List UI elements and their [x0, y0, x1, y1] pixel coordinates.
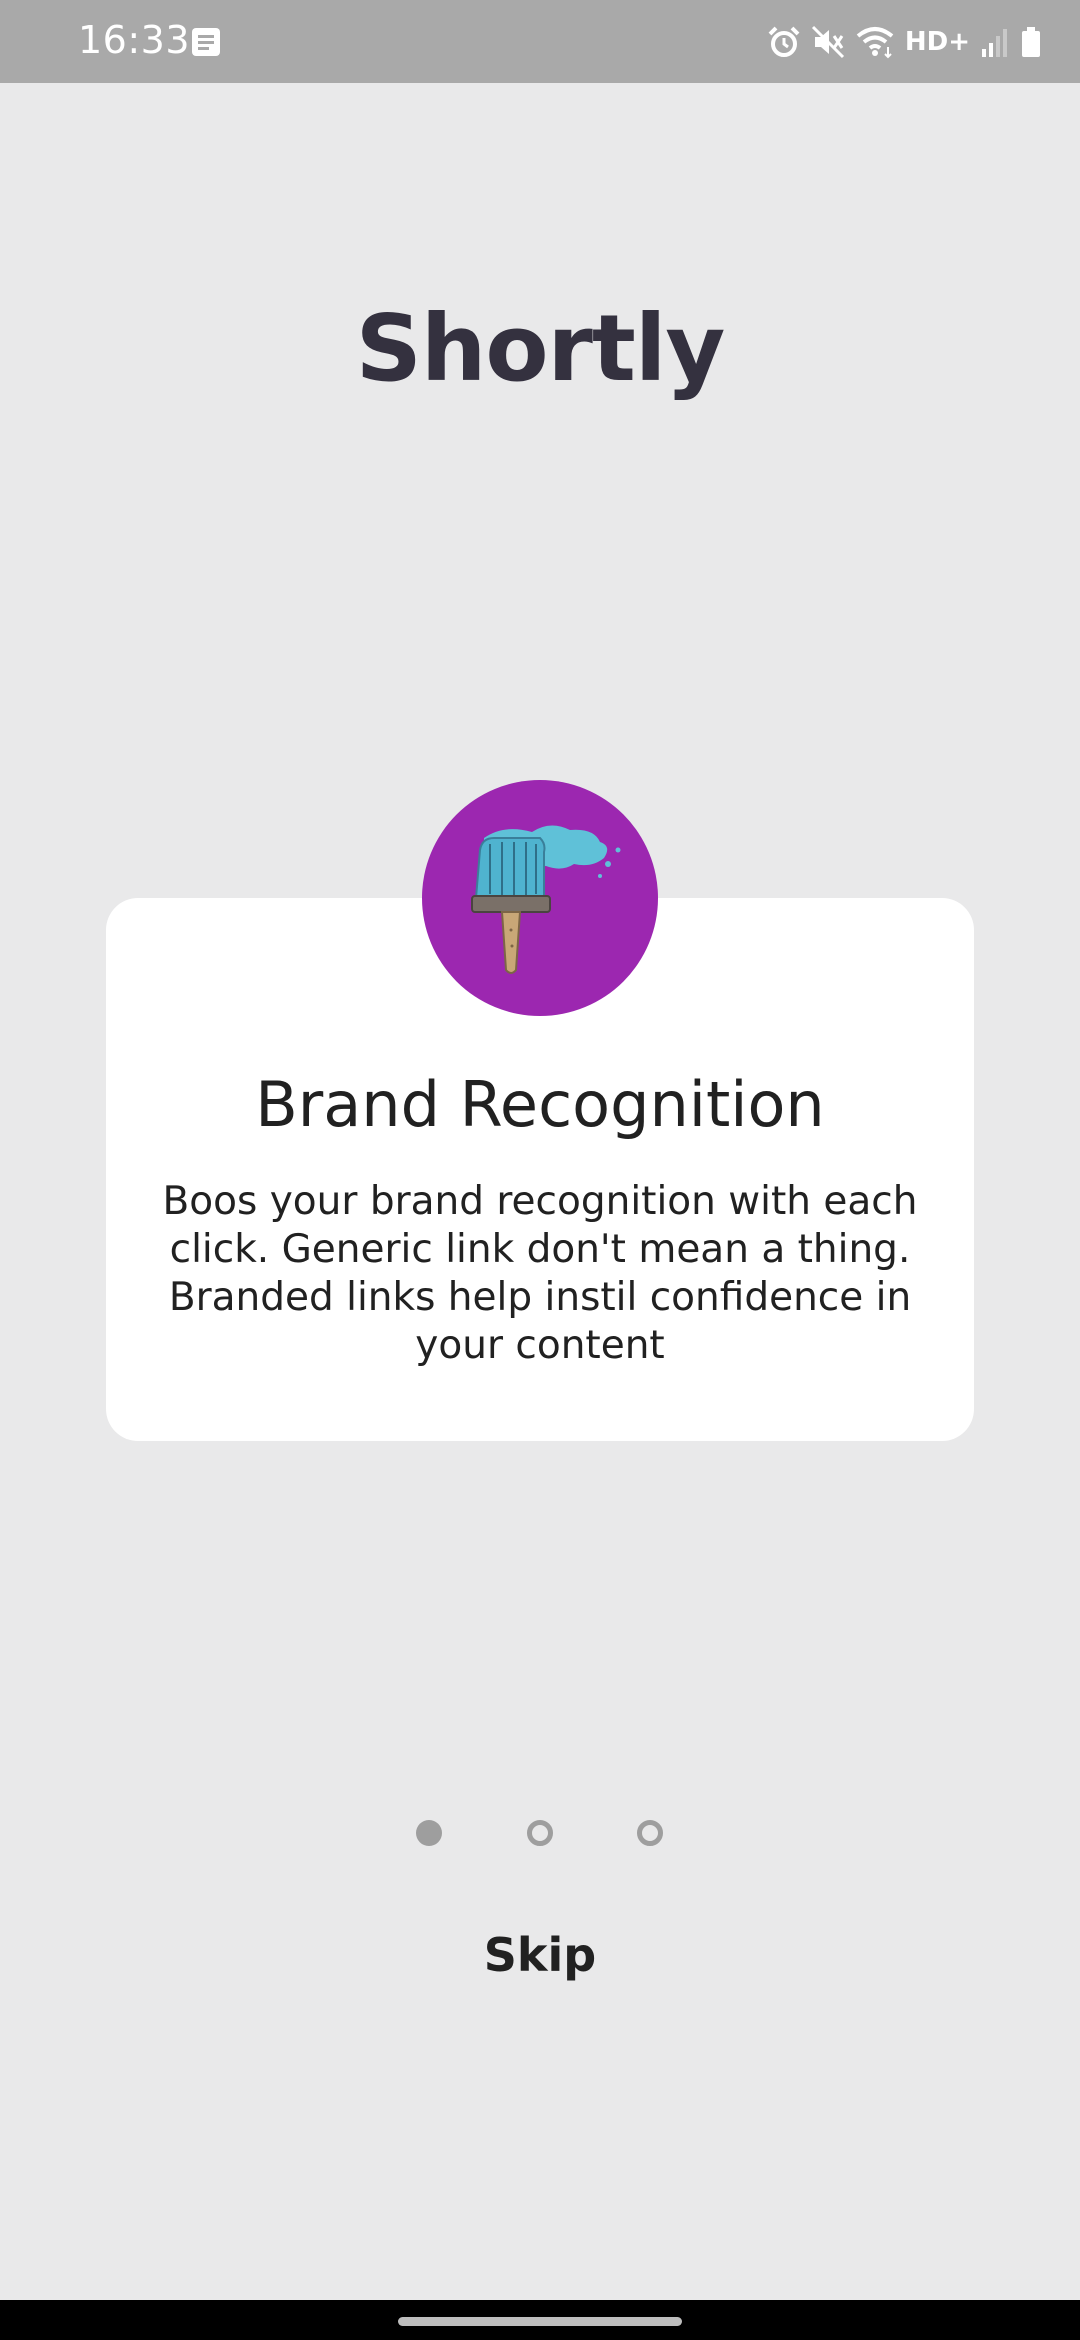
paintbrush-icon [471, 825, 621, 974]
page-indicator-dot-2[interactable] [527, 1820, 553, 1846]
vibrate-icon [811, 25, 844, 59]
notification-icon [192, 28, 220, 56]
alarm-icon [768, 26, 800, 57]
wifi-icon [856, 27, 894, 59]
home-indicator[interactable] [398, 2317, 682, 2326]
signal-icon [982, 29, 1007, 57]
page-indicator-dot-1[interactable] [416, 1820, 442, 1846]
onboarding-title: Brand Recognition [255, 1068, 825, 1141]
status-icons: HD+ [757, 20, 1042, 64]
status-time: 16:33 [78, 18, 191, 62]
status-bar: 16:33 HD+ [0, 0, 1080, 83]
page-indicator-dot-3[interactable] [637, 1820, 663, 1846]
app-title: Shortly [355, 295, 726, 402]
network-type-label: HD+ [904, 27, 970, 57]
feature-icon-badge [422, 780, 658, 1016]
battery-icon [1022, 27, 1040, 57]
skip-button[interactable]: Skip [440, 1920, 640, 1990]
onboarding-description: Boos your brand recognition with each cl… [162, 1179, 918, 1368]
